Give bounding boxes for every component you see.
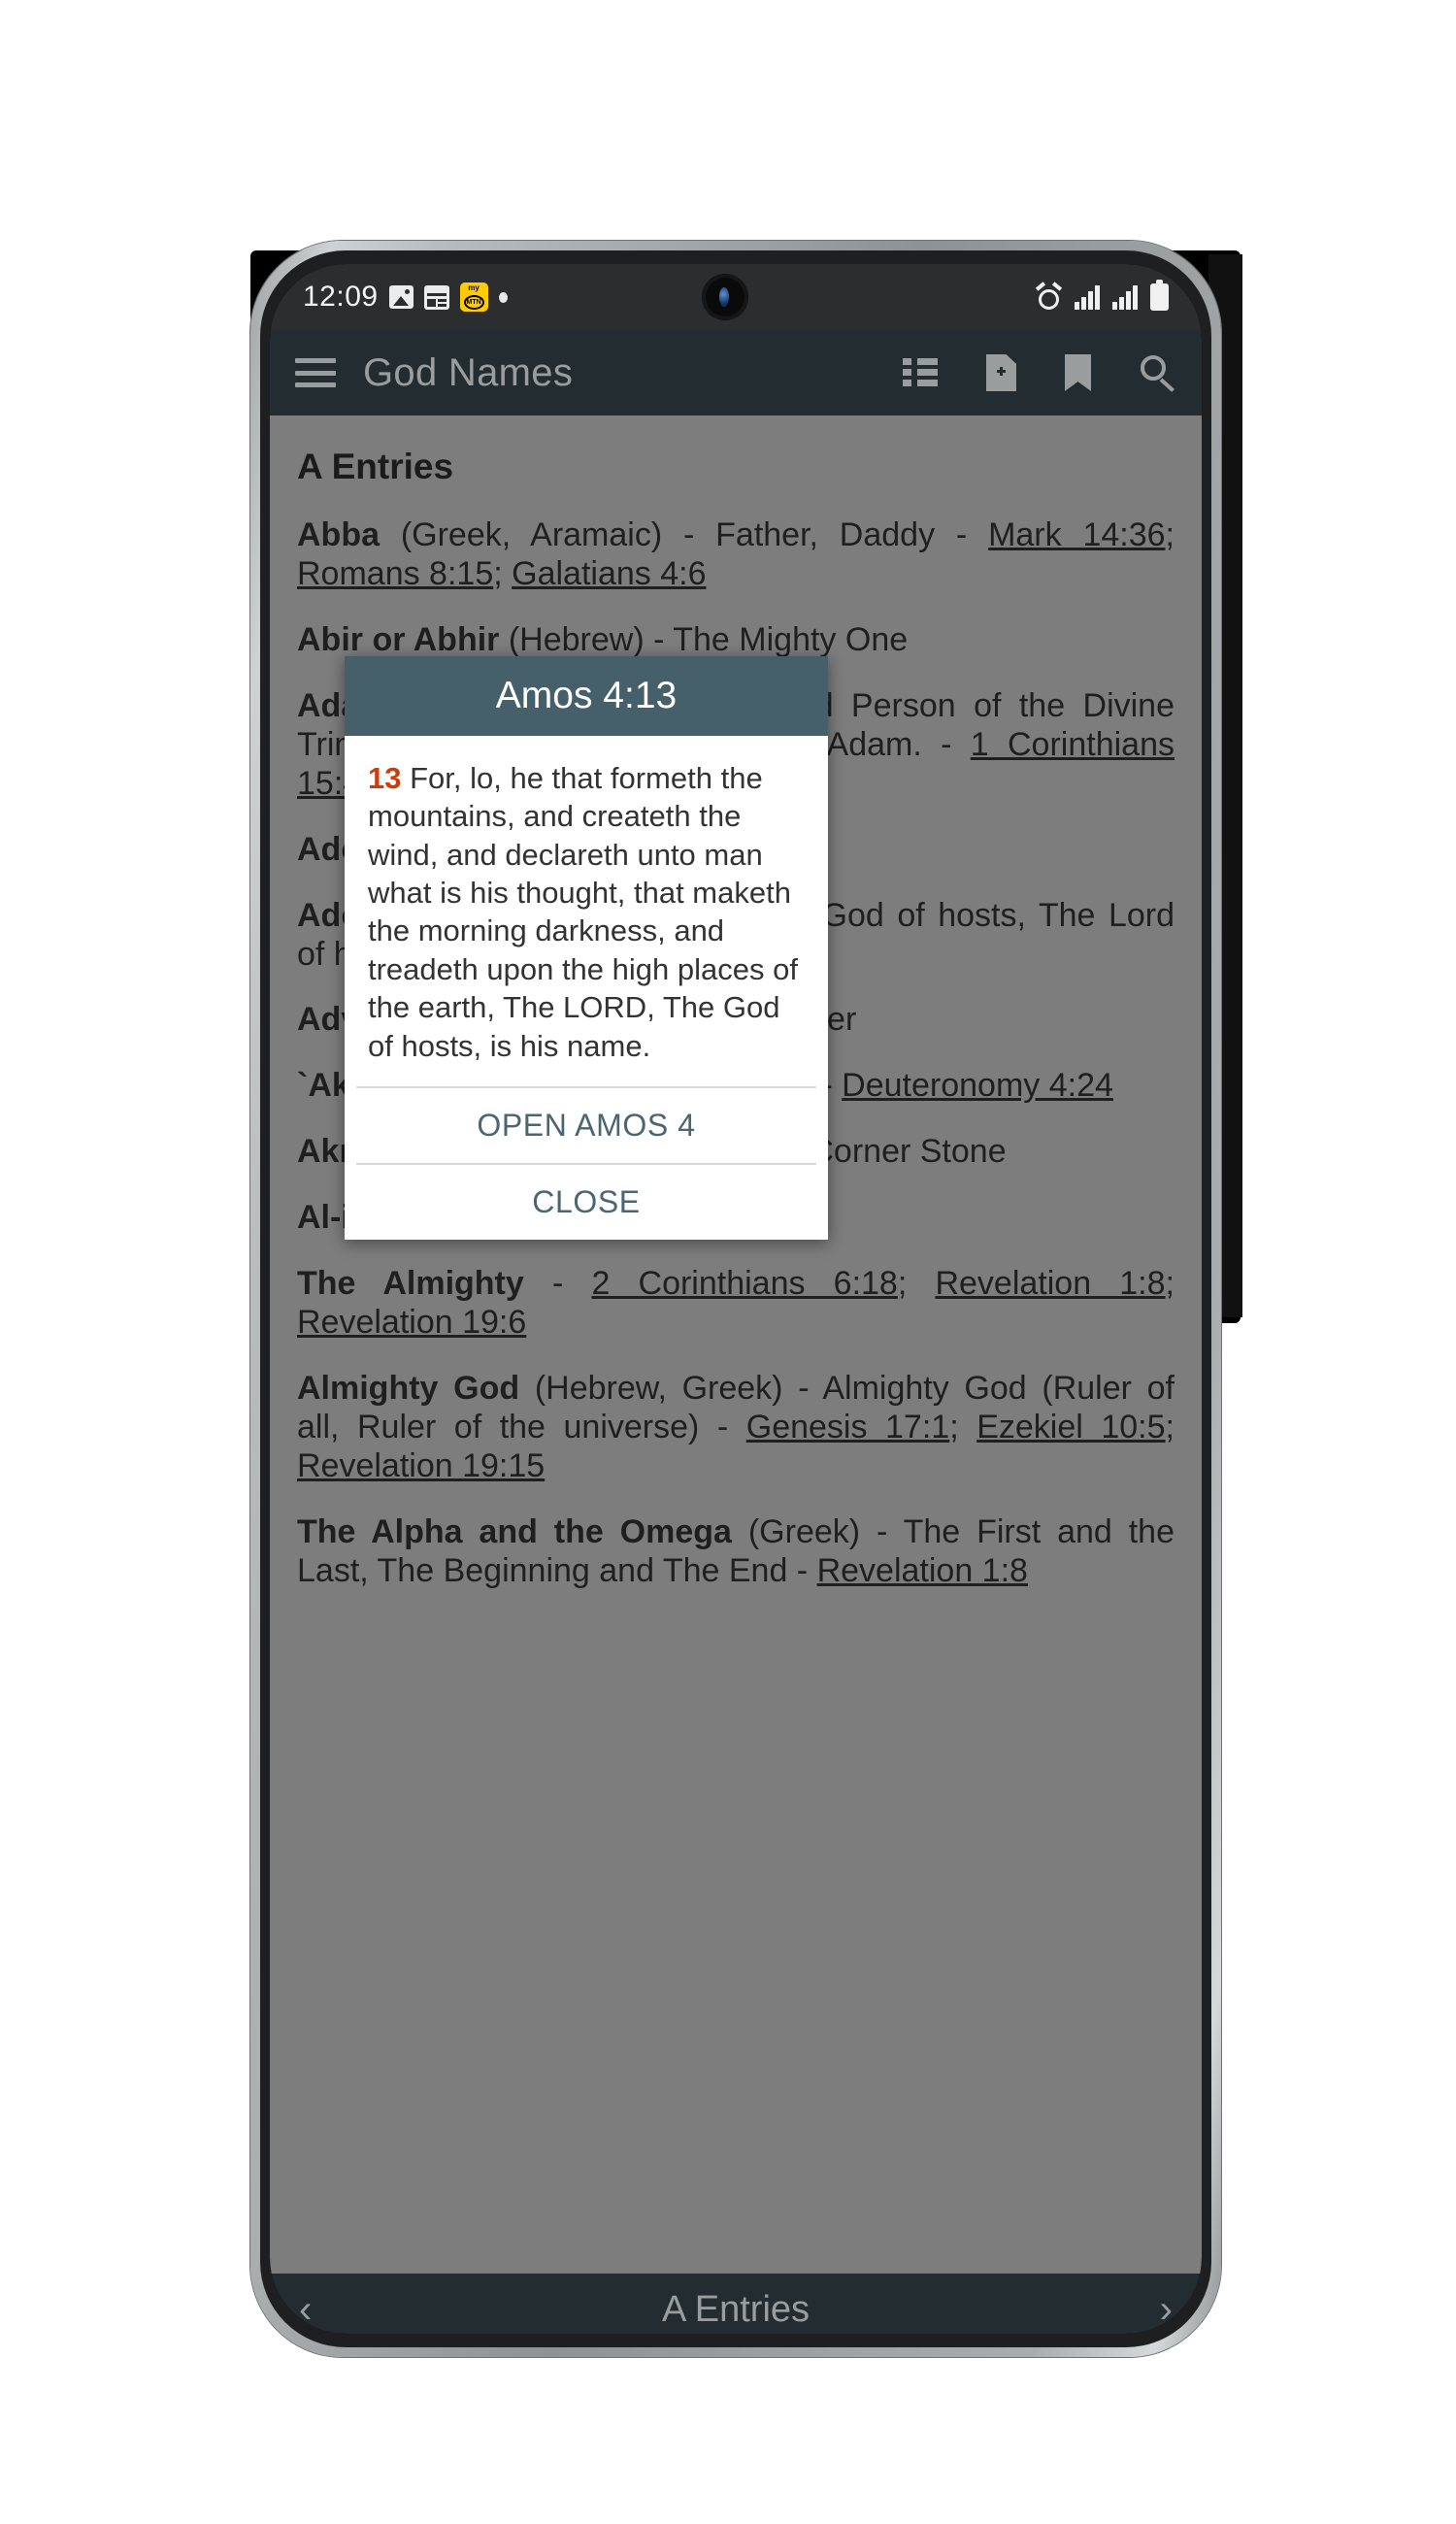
status-bar-left: 12:09 my MTN: [303, 281, 508, 314]
chevron-left-icon[interactable]: ‹: [299, 2290, 312, 2329]
photo-icon: [388, 285, 414, 309]
status-time: 12:09: [303, 281, 379, 313]
dot-icon: [498, 291, 508, 303]
status-bar-right: [1035, 280, 1169, 311]
chevron-right-icon[interactable]: ›: [1160, 2290, 1173, 2329]
verse-dialog: Amos 4:13 13 For, lo, he that formeth th…: [345, 656, 828, 1240]
open-chapter-button[interactable]: OPEN AMOS 4: [345, 1088, 828, 1163]
close-button[interactable]: CLOSE: [345, 1165, 828, 1240]
app-bar: God Names: [270, 330, 1202, 415]
dialog-title: Amos 4:13: [495, 675, 678, 716]
list-icon[interactable]: [903, 358, 938, 387]
battery-icon: [1150, 280, 1169, 311]
bottom-bar: ‹ A Entries ›: [270, 2274, 1202, 2334]
bottom-bar-title: A Entries: [661, 2288, 811, 2330]
mtn-icon: my MTN: [459, 282, 488, 312]
dialog-body: 13 For, lo, he that formeth the mountain…: [345, 736, 828, 1086]
note-add-icon[interactable]: [986, 354, 1016, 391]
verse-number: 13: [368, 761, 402, 795]
page-title: God Names: [363, 350, 574, 394]
phone-screen: 12:09 my MTN God Names A Entries Abba (G…: [270, 264, 1202, 2334]
front-camera: [702, 274, 748, 320]
status-bar: 12:09 my MTN: [270, 264, 1202, 330]
signal-bars-1-icon: [1075, 284, 1100, 310]
alarm-icon: [1035, 281, 1063, 311]
dialog-header: Amos 4:13: [345, 656, 828, 736]
mtn-icon-top: my: [468, 283, 480, 292]
app-bar-actions: [903, 354, 1176, 392]
mtn-icon-bottom: MTN: [463, 295, 484, 310]
verse-text: For, lo, he that formeth the mountains, …: [368, 761, 798, 1063]
calendar-icon: [423, 284, 449, 310]
hamburger-menu-icon[interactable]: [295, 358, 336, 387]
bookmark-icon[interactable]: [1065, 354, 1091, 391]
signal-bars-2-icon: [1112, 284, 1138, 310]
search-icon[interactable]: [1140, 354, 1176, 392]
